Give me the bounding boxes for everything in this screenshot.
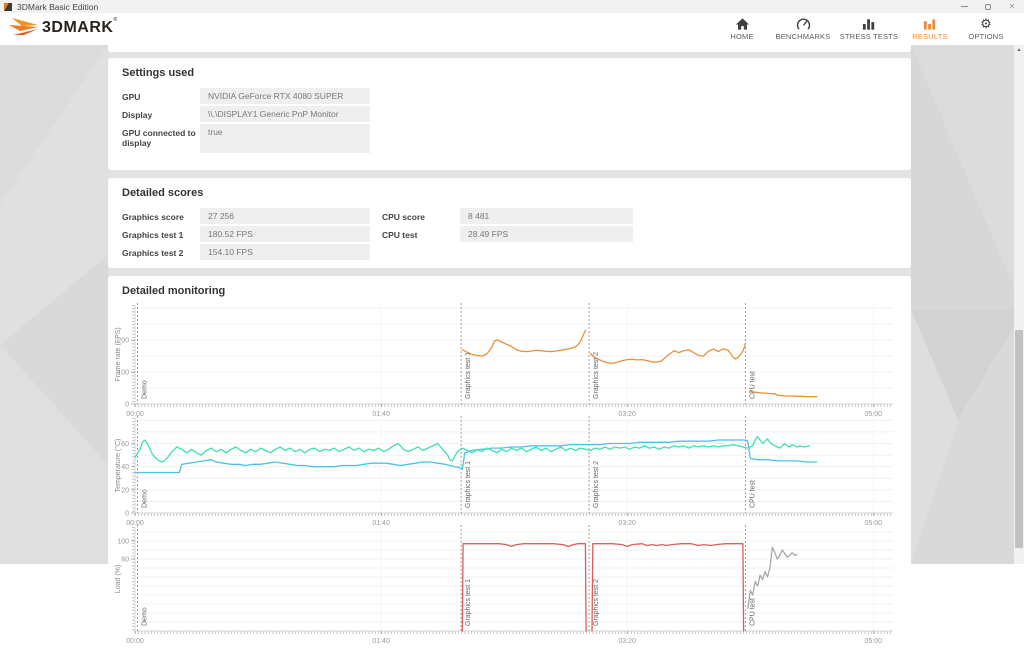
maximize-icon bbox=[985, 3, 991, 10]
3dmark-logo: 3DMARK ® bbox=[8, 17, 117, 41]
svg-text:Demo: Demo bbox=[141, 607, 148, 626]
svg-text:CPU test: CPU test bbox=[749, 371, 756, 399]
nav-stress-tests[interactable]: STRESS TESTS bbox=[836, 15, 902, 43]
svg-text:01:40: 01:40 bbox=[372, 638, 390, 645]
close-button[interactable]: × bbox=[1000, 0, 1024, 13]
close-icon: × bbox=[1009, 1, 1015, 11]
window-title: 3DMark Basic Edition bbox=[17, 1, 99, 12]
svg-text:05:00: 05:00 bbox=[865, 638, 883, 645]
svg-text:CPU test: CPU test bbox=[749, 480, 756, 508]
gpu-connected-value: true bbox=[200, 124, 370, 153]
temperature-chart: 020406000:00 01:40 03:20 05:00Demo Graphics … bbox=[114, 416, 893, 526]
svg-text:03:20: 03:20 bbox=[618, 638, 636, 645]
svg-text:Graphics test 2: Graphics test 2 bbox=[593, 579, 600, 626]
settings-field-display: Display \\.\DISPLAY1 Generic PnP Monitor bbox=[122, 106, 897, 122]
graphics-score-value: 27 256 bbox=[200, 208, 370, 224]
svg-text:Demo: Demo bbox=[141, 380, 148, 399]
scores-right-column: CPU score 8 481 CPU test 28.49 FPS bbox=[382, 208, 633, 262]
svg-text:Temperature (°C): Temperature (°C) bbox=[114, 439, 122, 493]
nav-results[interactable]: RESULTS bbox=[902, 15, 958, 43]
score-row-graphics-test-1: Graphics test 1 180.52 FPS bbox=[122, 226, 370, 242]
bars-icon bbox=[862, 19, 874, 30]
svg-text:80: 80 bbox=[121, 556, 129, 563]
home-icon bbox=[735, 18, 749, 30]
svg-text:Load (%): Load (%) bbox=[115, 565, 122, 593]
vertical-scrollbar[interactable]: ▲ bbox=[1014, 45, 1024, 564]
scrollbar-thumb[interactable] bbox=[1015, 330, 1023, 548]
svg-text:CPU test: CPU test bbox=[749, 598, 756, 626]
svg-text:60: 60 bbox=[121, 441, 129, 448]
registered-mark: ® bbox=[113, 17, 118, 23]
svg-text:Graphics test 2: Graphics test 2 bbox=[593, 461, 600, 508]
gauge-icon bbox=[796, 18, 810, 30]
maximize-button[interactable] bbox=[976, 0, 1000, 13]
svg-text:Graphics test 1: Graphics test 1 bbox=[465, 579, 472, 626]
cpu-score-value: 8 481 bbox=[460, 208, 633, 224]
app-header: 3DMARK ® HOME BENCHMARKS STRESS TESTS RES… bbox=[0, 13, 1024, 45]
score-row-cpu-test: CPU test 28.49 FPS bbox=[382, 226, 633, 242]
svg-text:Graphics test 1: Graphics test 1 bbox=[465, 352, 472, 399]
svg-text:Demo: Demo bbox=[141, 489, 148, 508]
section-title: Detailed scores bbox=[122, 187, 204, 199]
bars-icon bbox=[923, 19, 935, 30]
graphics-test-1-value: 180.52 FPS bbox=[200, 226, 370, 242]
gear-icon: ⚙ bbox=[980, 16, 992, 31]
logo-text: 3DMARK bbox=[42, 19, 114, 36]
display-value: \\.\DISPLAY1 Generic PnP Monitor bbox=[200, 106, 370, 122]
detailed-monitoring-card: Detailed monitoring 0 100 200 00:00 01:40 03:… bbox=[108, 276, 911, 648]
svg-text:00:00: 00:00 bbox=[126, 638, 144, 645]
logo-wing-icon bbox=[9, 18, 38, 35]
scores-left-column: Graphics score 27 256 Graphics test 1 18… bbox=[122, 208, 370, 262]
section-title: Settings used bbox=[122, 67, 195, 79]
detailed-scores-card: Detailed scores Graphics score 27 256 Gr… bbox=[108, 178, 911, 268]
window-titlebar: 3DMark Basic Edition × bbox=[0, 0, 1024, 13]
cpu-test-value: 28.49 FPS bbox=[460, 226, 633, 242]
nav-home[interactable]: HOME bbox=[714, 15, 770, 43]
minimize-button[interactable] bbox=[952, 0, 976, 13]
settings-field-gpu-connected: GPU connected to display true bbox=[122, 124, 897, 153]
scrollbar-up-icon[interactable]: ▲ bbox=[1014, 45, 1024, 55]
graphics-test-2-value: 154.10 FPS bbox=[200, 244, 370, 260]
svg-text:0: 0 bbox=[125, 402, 129, 409]
section-title: Detailed monitoring bbox=[122, 285, 226, 297]
score-row-graphics-test-2: Graphics test 2 154.10 FPS bbox=[122, 244, 370, 260]
svg-text:40: 40 bbox=[121, 464, 129, 471]
svg-text:20: 20 bbox=[121, 487, 129, 494]
svg-text:0: 0 bbox=[125, 511, 129, 518]
score-row-graphics-score: Graphics score 27 256 bbox=[122, 208, 370, 224]
svg-text:Frame rate (FPS): Frame rate (FPS) bbox=[115, 327, 122, 381]
nav-options[interactable]: ⚙ OPTIONS bbox=[958, 15, 1014, 43]
svg-text:100: 100 bbox=[117, 538, 129, 545]
settings-used-card: Settings used GPU NVIDIA GeForce RTX 408… bbox=[108, 58, 911, 170]
svg-text:Graphics test 1: Graphics test 1 bbox=[465, 461, 472, 508]
score-row-cpu-score: CPU score 8 481 bbox=[382, 208, 633, 224]
nav-benchmarks[interactable]: BENCHMARKS bbox=[770, 15, 836, 43]
previous-card-fragment bbox=[108, 45, 911, 52]
gpu-value: NVIDIA GeForce RTX 4080 SUPER bbox=[200, 88, 370, 104]
settings-field-gpu: GPU NVIDIA GeForce RTX 4080 SUPER bbox=[122, 88, 897, 104]
results-page: Settings used GPU NVIDIA GeForce RTX 408… bbox=[0, 45, 1024, 648]
minimize-icon bbox=[960, 6, 968, 7]
main-nav: HOME BENCHMARKS STRESS TESTS RESULTS ⚙ O… bbox=[714, 15, 1024, 43]
load-chart: 80 100 00:00 01:40 03:20 05:00 Demo Graphics te… bbox=[115, 525, 893, 645]
app-icon bbox=[4, 2, 12, 11]
frame-rate-chart: 010020000:00 01:40 03:20 05:00Demo Graphics … bbox=[115, 303, 893, 417]
